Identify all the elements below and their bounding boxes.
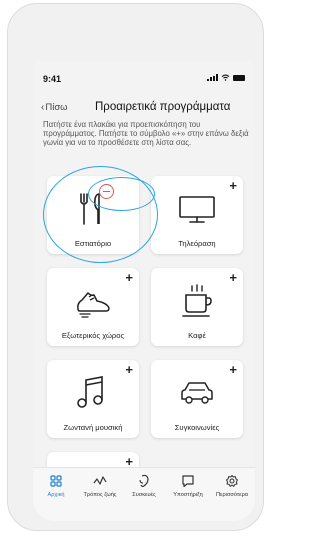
tile-live-music[interactable]: + Ζωντανή μουσική bbox=[47, 360, 139, 438]
add-button[interactable]: + bbox=[229, 363, 237, 376]
status-time: 9:41 bbox=[43, 74, 62, 84]
nav-bar: ‹ Πίσω Προαιρετικά προγράμματα bbox=[33, 97, 255, 119]
description-text: Πατήστε ένα πλακάκι για προεπισκόπηση το… bbox=[43, 120, 249, 148]
home-grid-icon bbox=[50, 475, 62, 487]
shoe-icon bbox=[77, 292, 110, 318]
page-title: Προαιρετικά προγράμματα bbox=[95, 101, 231, 113]
tab-home[interactable]: Αρχική bbox=[34, 474, 78, 498]
tab-more[interactable]: Περισσότερα bbox=[210, 474, 254, 498]
tab-support[interactable]: Υποστήριξη bbox=[166, 474, 210, 498]
tab-label: Υποστήριξη bbox=[173, 492, 203, 498]
tile-transportation[interactable]: + Συγκοινωνίες bbox=[151, 360, 243, 438]
tile-label: Τηλεόραση bbox=[178, 239, 216, 248]
highlight-ellipse bbox=[88, 177, 155, 211]
wifi-icon bbox=[221, 74, 230, 81]
gear-icon bbox=[226, 475, 238, 487]
app-screen: 9:41 ‹ Πίσω Προαιρετικά προγράμματα Πατή bbox=[33, 61, 255, 521]
add-button[interactable]: + bbox=[125, 271, 133, 284]
add-button[interactable]: + bbox=[229, 271, 237, 284]
tab-label: Τρόπος ζωής bbox=[83, 492, 117, 498]
tab-label: Αρχική bbox=[47, 492, 65, 498]
tile-label: Εξωτερικός χώρος bbox=[61, 331, 125, 340]
tab-label: Περισσότερα bbox=[215, 492, 248, 498]
tile-label: Καφέ bbox=[188, 331, 206, 340]
lifestyle-icon bbox=[93, 476, 107, 485]
hearing-aid-icon bbox=[139, 474, 149, 487]
tab-devices[interactable]: Συσκευές bbox=[122, 474, 166, 498]
chevron-left-icon: ‹ bbox=[41, 102, 45, 113]
tv-icon bbox=[179, 196, 215, 223]
tab-lifestyle[interactable]: Τρόπος ζωής bbox=[78, 474, 122, 498]
add-button[interactable]: + bbox=[125, 363, 133, 376]
status-icons bbox=[207, 74, 245, 81]
tab-bar: Αρχική Τρόπος ζωής Συσκευές Υποστήριξη Π… bbox=[33, 467, 255, 521]
tab-label: Συσκευές bbox=[132, 492, 156, 498]
battery-icon bbox=[233, 74, 245, 81]
music-note-icon bbox=[77, 376, 103, 408]
back-button[interactable]: ‹ Πίσω bbox=[41, 102, 68, 113]
chat-bubble-icon bbox=[182, 475, 194, 488]
add-button[interactable]: + bbox=[229, 179, 237, 192]
back-label: Πίσω bbox=[45, 102, 68, 113]
car-icon bbox=[181, 382, 213, 404]
signal-icon bbox=[207, 74, 218, 81]
tile-coffee[interactable]: + Καφέ bbox=[151, 268, 243, 346]
status-bar: 9:41 bbox=[33, 61, 255, 91]
phone-frame: 9:41 ‹ Πίσω Προαιρετικά προγράμματα Πατή bbox=[7, 3, 264, 531]
tile-outdoor[interactable]: + Εξωτερικός χώρος bbox=[47, 268, 139, 346]
tile-tv[interactable]: + Τηλεόραση bbox=[151, 176, 243, 254]
tile-label: Συγκοινωνίες bbox=[174, 423, 220, 432]
coffee-icon bbox=[182, 284, 212, 317]
tile-label: Ζωντανή μουσική bbox=[63, 423, 123, 432]
